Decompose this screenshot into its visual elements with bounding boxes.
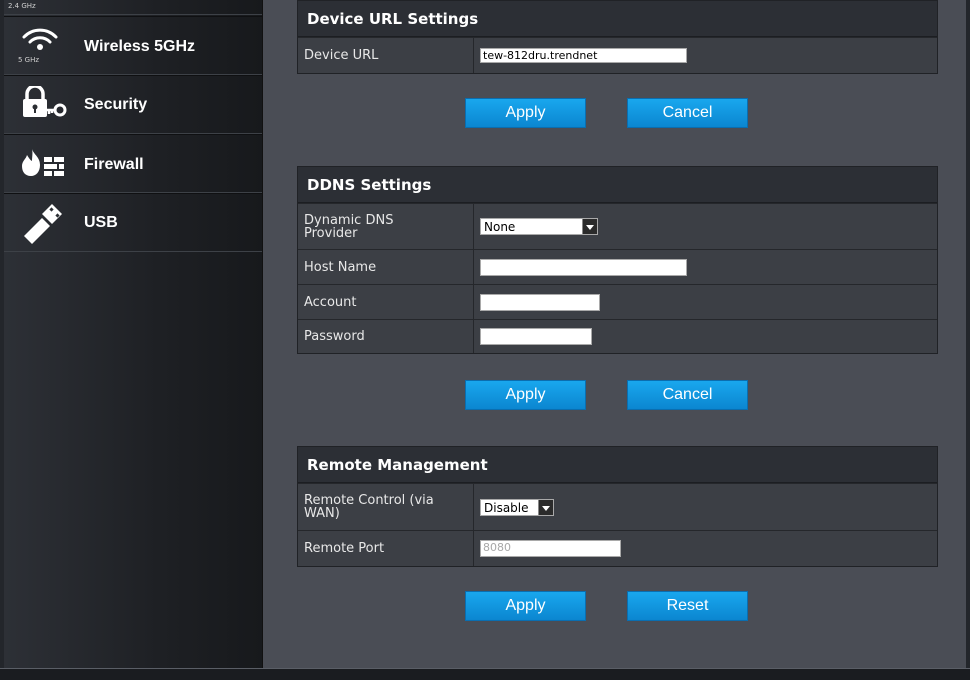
sidebar-item-label: Security xyxy=(84,96,148,113)
sidebar: 2.4 GHz 5 GHz Wireless 5GHz Security Fir… xyxy=(4,0,263,668)
main-content: Device URL Settings Device URL tew-812dr… xyxy=(263,0,966,668)
select-value: None xyxy=(484,220,516,234)
lock-key-icon xyxy=(20,84,70,124)
sidebar-item-security[interactable]: Security xyxy=(4,75,262,134)
chevron-down-icon xyxy=(538,499,553,515)
sidebar-item-wireless-24ghz[interactable]: 2.4 GHz xyxy=(4,0,262,15)
panel-title: Device URL Settings xyxy=(298,1,937,37)
password-input[interactable] xyxy=(480,328,592,345)
ddns-panel: DDNS Settings Dynamic DNS Provider None … xyxy=(297,166,938,354)
remote-apply-button[interactable]: Apply xyxy=(465,591,586,621)
device-url-row: Device URL tew-812dru.trendnet xyxy=(298,37,937,73)
field-label: Host Name xyxy=(298,250,474,284)
field-label: Dynamic DNS Provider xyxy=(298,204,474,249)
device-url-cancel-button[interactable]: Cancel xyxy=(627,98,748,128)
field-label: Remote Port xyxy=(298,531,474,566)
firewall-icon xyxy=(20,147,68,183)
field-label: Password xyxy=(298,320,474,353)
field-label: Device URL xyxy=(298,38,474,73)
sidebar-item-wireless-5ghz[interactable]: 5 GHz Wireless 5GHz xyxy=(4,16,262,75)
device-url-panel: Device URL Settings Device URL tew-812dr… xyxy=(297,0,938,74)
sidebar-item-sublabel: 5 GHz xyxy=(18,56,40,64)
ddns-provider-row: Dynamic DNS Provider None xyxy=(298,203,937,249)
sidebar-item-firewall[interactable]: Firewall xyxy=(4,134,262,193)
app-frame: 2.4 GHz 5 GHz Wireless 5GHz Security Fir… xyxy=(0,0,970,680)
select-value: Disable xyxy=(484,500,529,515)
ddns-host-row: Host Name xyxy=(298,249,937,284)
ddns-account-row: Account xyxy=(298,284,937,319)
field-label: Account xyxy=(298,285,474,319)
remote-control-select[interactable]: Disable xyxy=(480,498,554,516)
sidebar-item-label: Firewall xyxy=(84,156,144,173)
remote-management-panel: Remote Management Remote Control (via WA… xyxy=(297,446,938,567)
sidebar-item-usb[interactable]: USB xyxy=(4,193,262,252)
ddns-apply-button[interactable]: Apply xyxy=(465,380,586,410)
ddns-provider-select[interactable]: None xyxy=(480,218,598,235)
bottom-bar xyxy=(0,668,970,680)
remote-port-row: Remote Port 8080 xyxy=(298,530,937,566)
panel-title: Remote Management xyxy=(298,447,937,483)
device-url-input[interactable]: tew-812dru.trendnet xyxy=(480,48,687,63)
host-name-input[interactable] xyxy=(480,258,687,276)
wifi-icon xyxy=(20,24,60,58)
ddns-password-row: Password xyxy=(298,319,937,353)
sidebar-item-sublabel: 2.4 GHz xyxy=(8,2,36,10)
usb-icon xyxy=(20,200,68,250)
remote-control-row: Remote Control (via WAN) Disable xyxy=(298,483,937,530)
remote-reset-button[interactable]: Reset xyxy=(627,591,748,621)
ddns-cancel-button[interactable]: Cancel xyxy=(627,380,748,410)
chevron-down-icon xyxy=(582,219,597,234)
panel-title: DDNS Settings xyxy=(298,167,937,203)
remote-port-input[interactable]: 8080 xyxy=(480,540,621,557)
account-input[interactable] xyxy=(480,293,600,311)
field-label: Remote Control (via WAN) xyxy=(298,484,474,530)
device-url-apply-button[interactable]: Apply xyxy=(465,98,586,128)
sidebar-item-label: USB xyxy=(84,214,118,231)
sidebar-item-label: Wireless 5GHz xyxy=(84,38,196,55)
